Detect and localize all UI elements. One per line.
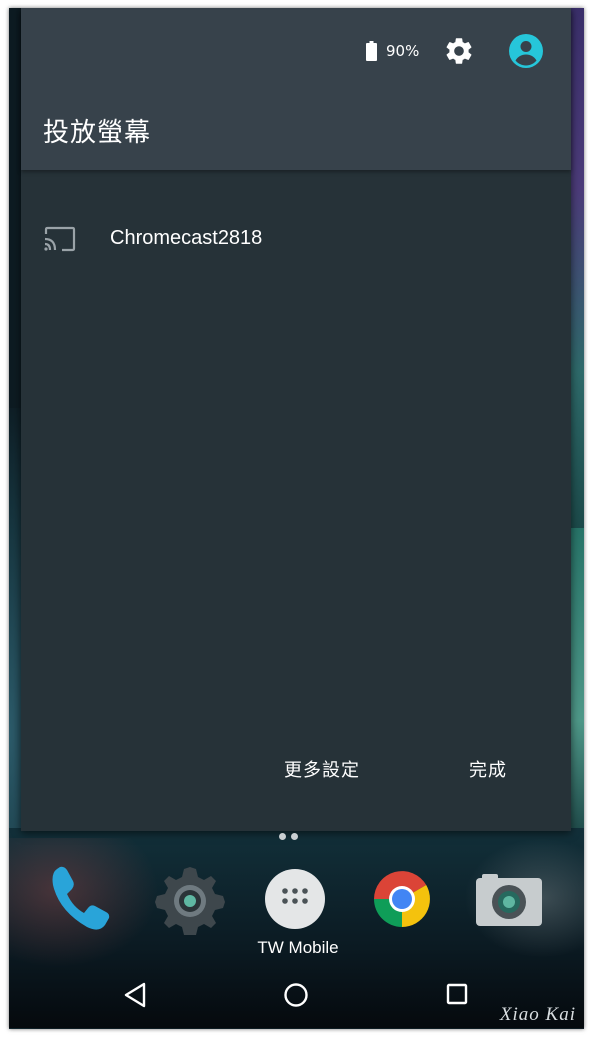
camera-icon[interactable] (474, 872, 544, 928)
chrome-icon[interactable] (366, 863, 438, 935)
page-indicator (279, 825, 309, 840)
account-circle-icon[interactable] (508, 33, 544, 69)
apps-drawer-icon[interactable] (264, 868, 326, 930)
more-settings-button[interactable]: 更多設定 (284, 756, 360, 782)
settings-app-icon[interactable] (154, 863, 226, 935)
gear-icon[interactable] (443, 35, 475, 67)
phone-icon[interactable] (47, 863, 117, 935)
home-icon[interactable] (283, 982, 309, 1008)
phone-screen: 90% 投放螢幕 Chromecast2818 更多設定 完成 TW Mobil… (9, 8, 584, 1029)
cast-screen-panel: 90% 投放螢幕 Chromecast2818 更多設定 完成 (21, 8, 571, 831)
panel-title: 投放螢幕 (43, 118, 152, 148)
panel-header: 90% 投放螢幕 (21, 8, 571, 170)
cast-device-item[interactable]: Chromecast2818 (21, 208, 571, 270)
battery-icon (366, 41, 377, 61)
battery-percentage: 90% (386, 42, 420, 60)
carrier-label: TW Mobile (257, 938, 339, 957)
watermark: Xiao Kai (499, 1004, 576, 1025)
back-icon[interactable] (122, 981, 148, 1009)
recent-apps-icon[interactable] (446, 983, 468, 1005)
done-button[interactable]: 完成 (469, 756, 507, 782)
cast-icon (44, 226, 76, 252)
device-name: Chromecast2818 (110, 227, 263, 249)
